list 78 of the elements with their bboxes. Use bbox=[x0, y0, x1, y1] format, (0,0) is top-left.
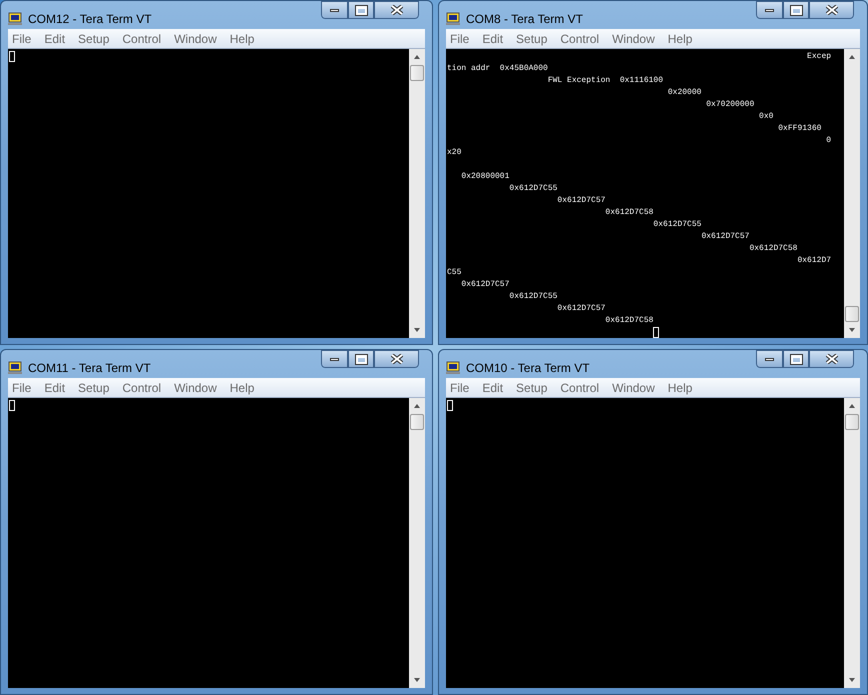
menu-item[interactable]: Control bbox=[122, 378, 162, 396]
terminal-line: 0x612D7C57 bbox=[700, 231, 750, 243]
menu-item[interactable]: Setup bbox=[78, 30, 110, 48]
close-icon bbox=[826, 354, 838, 364]
menu-item[interactable]: Setup bbox=[516, 378, 548, 396]
terminal-line: FWL Exception 0x1116100 bbox=[546, 75, 664, 87]
menu-item[interactable]: File bbox=[450, 378, 470, 396]
menu-item[interactable]: Help bbox=[668, 30, 692, 48]
terminal-line: 0x612D7C57 bbox=[556, 195, 606, 207]
scrollbar-thumb[interactable] bbox=[845, 306, 859, 322]
menu-item[interactable]: Window bbox=[612, 378, 655, 396]
close-button[interactable] bbox=[809, 1, 854, 19]
terminal-line: 0x612D7C55 bbox=[508, 183, 558, 195]
minimize-button[interactable] bbox=[321, 1, 348, 19]
maximize-button[interactable] bbox=[348, 1, 374, 19]
menu-item[interactable]: Edit bbox=[44, 378, 66, 396]
maximize-button[interactable] bbox=[348, 350, 374, 368]
terminal-line: 0x20800001 bbox=[460, 171, 510, 183]
terminal-line: 0x612D7C55 bbox=[508, 291, 558, 303]
terminal-line: Excep bbox=[806, 51, 832, 63]
terminal-line: tion addr 0x45B0A000 bbox=[447, 63, 548, 75]
maximize-button[interactable] bbox=[783, 1, 809, 19]
terminal-line: C55 bbox=[447, 267, 462, 279]
menu-item[interactable]: Window bbox=[174, 378, 217, 396]
terminal-line: 0x612D7C58 bbox=[748, 243, 798, 255]
terminal-line: 0 bbox=[825, 135, 832, 147]
menu-item[interactable]: Edit bbox=[482, 378, 504, 396]
vertical-scrollbar[interactable] bbox=[844, 398, 860, 688]
close-icon bbox=[390, 5, 402, 15]
terminal-line: 0x70200000 bbox=[705, 99, 754, 111]
window-title: COM8 - Tera Term VT bbox=[466, 11, 583, 28]
terminal-line: 0x612D7C58 bbox=[604, 207, 654, 219]
vertical-scrollbar[interactable] bbox=[409, 398, 425, 688]
terminal-line: x20 bbox=[447, 147, 462, 159]
scrollbar-thumb[interactable] bbox=[410, 414, 424, 430]
close-button[interactable] bbox=[809, 350, 854, 368]
terminal-app-icon bbox=[446, 12, 460, 26]
terminal-line: 0xFF91360 bbox=[777, 123, 822, 135]
menu-item[interactable]: Control bbox=[122, 30, 162, 48]
menu-item[interactable]: Help bbox=[230, 378, 254, 396]
terminal-line: 0x612D7C55 bbox=[652, 219, 702, 231]
terminal-line: 0x612D7C57 bbox=[460, 279, 510, 291]
close-icon bbox=[826, 5, 838, 15]
minimize-button[interactable] bbox=[756, 1, 783, 19]
terminal-app-icon bbox=[8, 12, 22, 26]
menu-item[interactable]: Help bbox=[668, 378, 692, 396]
terminal-line: 0x612D7C57 bbox=[556, 303, 606, 315]
menu-item[interactable]: Control bbox=[560, 30, 600, 48]
terminal-line: 0x20000 bbox=[666, 87, 702, 99]
close-button[interactable] bbox=[374, 350, 419, 368]
window-title: COM10 - Tera Term VT bbox=[466, 360, 590, 377]
menu-item[interactable]: File bbox=[450, 30, 470, 48]
minimize-button[interactable] bbox=[321, 350, 348, 368]
scrollbar-thumb[interactable] bbox=[845, 414, 859, 430]
window-title: COM12 - Tera Term VT bbox=[28, 11, 152, 28]
scrollbar-thumb[interactable] bbox=[410, 65, 424, 81]
menu-item[interactable]: Window bbox=[174, 30, 217, 48]
close-icon bbox=[390, 354, 402, 364]
vertical-scrollbar[interactable] bbox=[844, 49, 860, 338]
menu-item[interactable]: Control bbox=[560, 378, 600, 396]
terminal-line: 0x0 bbox=[758, 111, 774, 123]
vertical-scrollbar[interactable] bbox=[409, 49, 425, 338]
menu-item[interactable]: Setup bbox=[516, 30, 548, 48]
menu-item[interactable]: Edit bbox=[44, 30, 66, 48]
menu-item[interactable]: Window bbox=[612, 30, 655, 48]
close-button[interactable] bbox=[374, 1, 419, 19]
menu-item[interactable]: Edit bbox=[482, 30, 504, 48]
menu-item[interactable]: File bbox=[12, 30, 32, 48]
menu-item[interactable]: Help bbox=[230, 30, 254, 48]
terminal-line: 0x612D7 bbox=[796, 255, 832, 267]
terminal-app-icon bbox=[8, 361, 22, 375]
maximize-button[interactable] bbox=[783, 350, 809, 368]
terminal-line: 0x612D7C58 bbox=[604, 315, 654, 327]
menu-item[interactable]: Setup bbox=[78, 378, 110, 396]
menu-item[interactable]: File bbox=[12, 378, 32, 396]
terminal-app-icon bbox=[446, 361, 460, 375]
minimize-button[interactable] bbox=[756, 350, 783, 368]
window-title: COM11 - Tera Term VT bbox=[28, 360, 151, 377]
